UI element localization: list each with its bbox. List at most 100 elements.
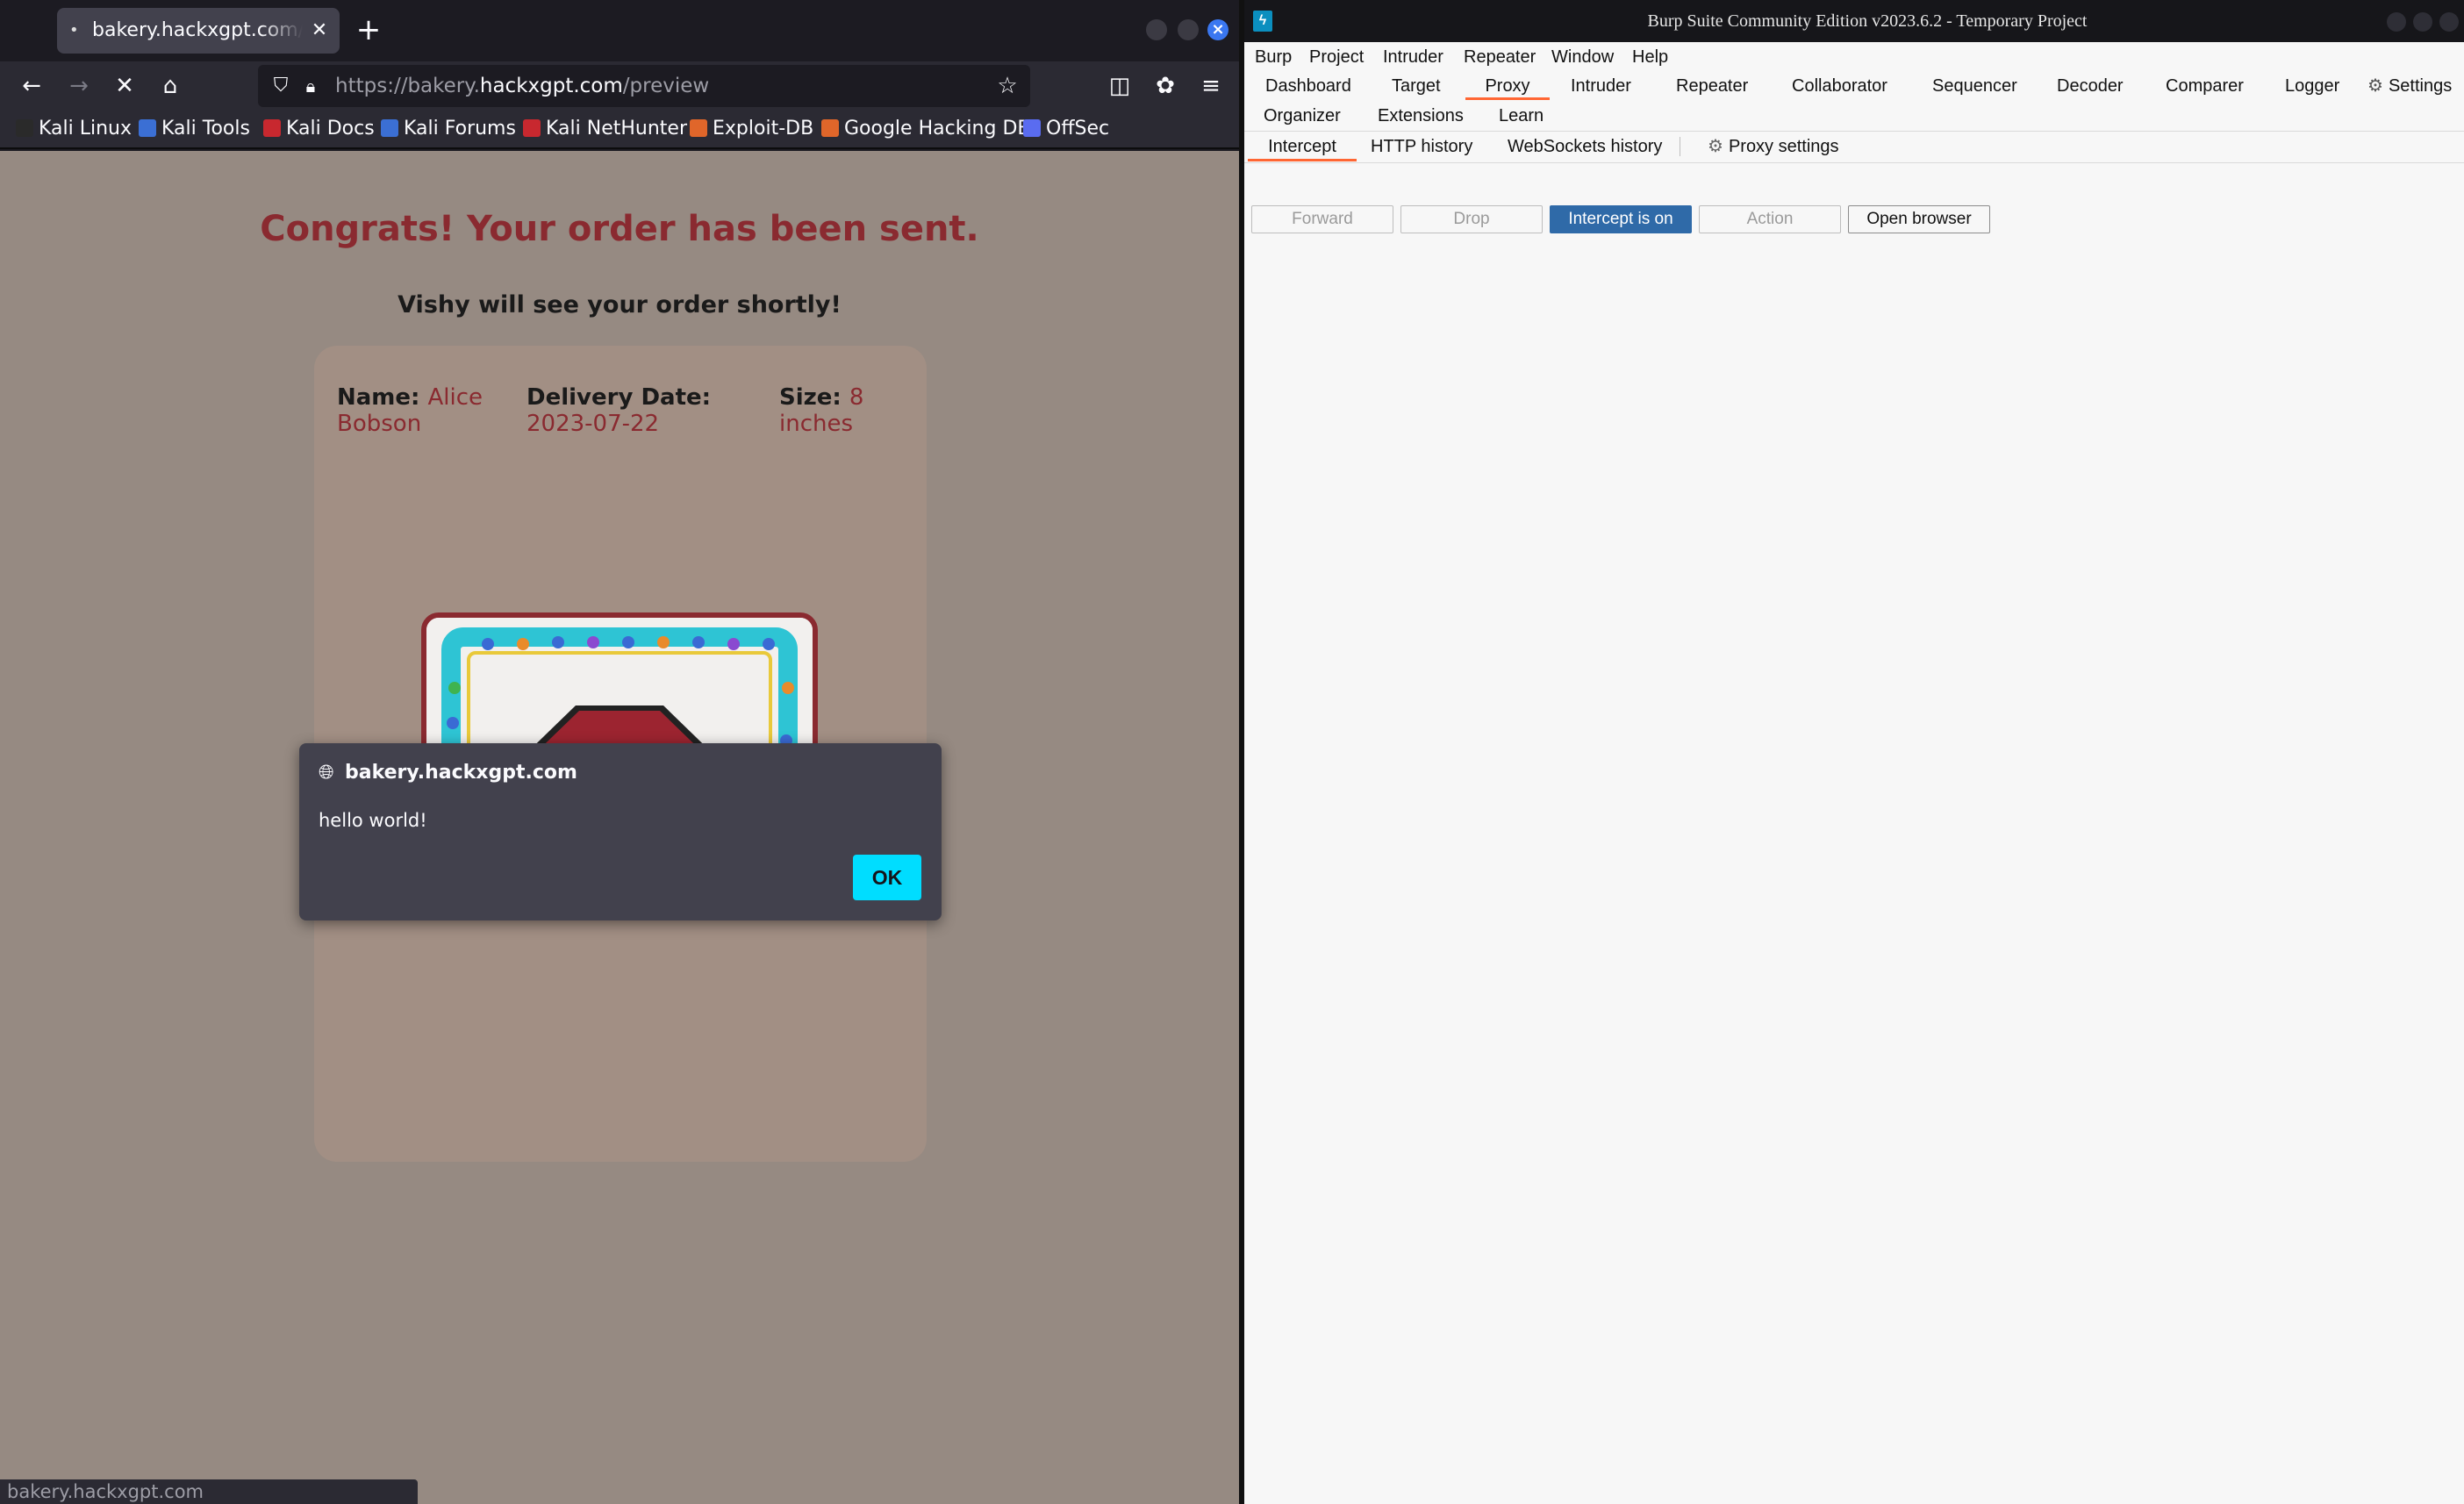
bookmark-kali-linux[interactable]: Kali Linux (16, 116, 132, 142)
maximize-button[interactable] (1178, 19, 1199, 40)
bookmark-kali-forums[interactable]: Kali Forums (381, 116, 516, 142)
drop-button[interactable]: Drop (1400, 205, 1543, 233)
tab-collaborator[interactable]: Collaborator (1792, 72, 1887, 100)
tab-organizer[interactable]: Organizer (1264, 102, 1341, 130)
alert-message: hello world! (319, 810, 427, 831)
tracking-shield-icon[interactable]: ⛉ (267, 72, 295, 100)
burp-main-tabs: Dashboard Target Proxy Intruder Repeater… (1244, 70, 2464, 132)
globe-icon: 🌐︎ (319, 762, 334, 784)
menu-project[interactable]: Project (1309, 47, 1364, 68)
burp-minimize-button[interactable] (2387, 12, 2406, 32)
url-host: hackxgpt.com (479, 75, 623, 97)
url-path: /preview (622, 75, 710, 97)
alert-origin: bakery.hackxgpt.com (345, 762, 577, 784)
page-favicon-icon: • (69, 21, 79, 39)
bookmark-kali-docs[interactable]: Kali Docs (263, 116, 375, 142)
minimize-button[interactable] (1146, 19, 1167, 40)
proxy-settings-label: Proxy settings (1728, 137, 1839, 156)
kali-forums-icon (381, 119, 398, 137)
tab-proxy[interactable]: Proxy (1465, 72, 1550, 100)
order-name: Name: Alice Bobson (337, 384, 504, 437)
url-bar[interactable]: ⛉ 🔒︎ https://bakery.hackxgpt.com/preview… (258, 65, 1030, 107)
menu-intruder[interactable]: Intruder (1383, 47, 1443, 68)
kali-nethunter-icon (523, 119, 541, 137)
bookmark-label: Google Hacking DB (844, 118, 1031, 140)
burp-window-title: Burp Suite Community Edition v2023.6.2 -… (1647, 11, 2088, 31)
burp-titlebar: ϟ Burp Suite Community Edition v2023.6.2… (1244, 0, 2464, 42)
tab-decoder[interactable]: Decoder (2057, 72, 2124, 100)
intercept-toggle-button[interactable]: Intercept is on (1550, 205, 1692, 233)
open-browser-button[interactable]: Open browser (1848, 205, 1990, 233)
firefox-window: • bakery.hackxgpt.com/preview ✕ + × ← → … (0, 0, 1239, 1504)
exploit-db-icon (690, 119, 707, 137)
date-label: Delivery Date: (526, 384, 712, 411)
pocket-icon[interactable]: ◫ (1104, 70, 1135, 102)
bookmark-google-hacking-db[interactable]: Google Hacking DB (821, 116, 1030, 142)
burp-suite-window: ϟ Burp Suite Community Edition v2023.6.2… (1244, 0, 2464, 1504)
page-subheading: Vishy will see your order shortly! (398, 291, 842, 319)
navigation-toolbar: ← → ✕ ⌂ ⛉ 🔒︎ https://bakery.hackxgpt.com… (0, 61, 1239, 111)
bookmark-kali-tools[interactable]: Kali Tools (139, 116, 250, 142)
home-icon[interactable]: ⌂ (154, 70, 186, 102)
order-size: Size: 8 inches (779, 384, 893, 437)
forward-button[interactable]: Forward (1251, 205, 1393, 233)
tab-learn[interactable]: Learn (1499, 102, 1544, 130)
bookmark-offsec[interactable]: OffSec (1023, 116, 1109, 142)
forward-arrow-icon[interactable]: → (63, 70, 95, 102)
extensions-icon[interactable]: ✿ (1150, 70, 1181, 102)
subtab-intercept[interactable]: Intercept (1248, 132, 1357, 161)
bookmark-exploit-db[interactable]: Exploit-DB (690, 116, 813, 142)
tab-settings[interactable]: ⚙ Settings (2367, 72, 2452, 100)
tab-close-icon[interactable]: ✕ (308, 19, 331, 42)
stop-loading-icon[interactable]: ✕ (109, 70, 140, 102)
bookmark-label: Kali NetHunter (546, 118, 687, 140)
kali-linux-icon (16, 119, 33, 137)
close-window-button[interactable]: × (1207, 19, 1228, 40)
tab-logger[interactable]: Logger (2285, 72, 2339, 100)
offsec-icon (1023, 119, 1041, 137)
back-arrow-icon[interactable]: ← (16, 70, 47, 102)
burp-maximize-button[interactable] (2413, 12, 2432, 32)
url-text[interactable]: https://bakery.hackxgpt.com/preview (335, 74, 709, 98)
menu-window[interactable]: Window (1551, 47, 1614, 68)
burp-menubar: Burp Project Intruder Repeater Window He… (1244, 42, 2464, 70)
browser-tab[interactable]: • bakery.hackxgpt.com/preview ✕ (57, 8, 340, 54)
google-hacking-db-icon (821, 119, 839, 137)
subtab-proxy-settings[interactable]: ⚙ Proxy settings (1708, 132, 1839, 161)
bookmarks-toolbar: Kali Linux Kali Tools Kali Docs Kali For… (0, 111, 1239, 149)
tab-repeater[interactable]: Repeater (1676, 72, 1748, 100)
order-delivery-date: Delivery Date: 2023-07-22 (526, 384, 737, 437)
alert-ok-button[interactable]: OK (853, 855, 921, 900)
tab-sequencer[interactable]: Sequencer (1932, 72, 2017, 100)
tab-extensions[interactable]: Extensions (1378, 102, 1464, 130)
bookmark-label: Kali Forums (404, 118, 516, 140)
lock-icon[interactable]: 🔒︎ (297, 72, 325, 100)
action-button[interactable]: Action (1699, 205, 1841, 233)
menu-burp[interactable]: Burp (1255, 47, 1292, 68)
bookmark-kali-nethunter[interactable]: Kali NetHunter (523, 116, 687, 142)
burp-close-button[interactable] (2439, 12, 2459, 32)
intercept-panel: Forward Drop Intercept is on Action Open… (1244, 164, 2464, 1504)
settings-gear-icon: ⚙ (2367, 76, 2383, 96)
date-value: 2023-07-22 (526, 411, 660, 437)
tab-comparer[interactable]: Comparer (2166, 72, 2244, 100)
tab-dashboard[interactable]: Dashboard (1265, 72, 1351, 100)
status-bar-url: bakery.hackxgpt.com (0, 1479, 418, 1504)
page-heading: Congrats! Your order has been sent. (260, 209, 979, 249)
tab-title: bakery.hackxgpt.com/preview (92, 19, 303, 41)
menu-help[interactable]: Help (1632, 47, 1668, 68)
tab-intruder[interactable]: Intruder (1571, 72, 1631, 100)
menu-hamburger-icon[interactable]: ≡ (1195, 70, 1227, 102)
tab-strip: • bakery.hackxgpt.com/preview ✕ + × (0, 0, 1239, 61)
bookmark-star-icon[interactable]: ☆ (993, 72, 1021, 100)
bookmark-label: Kali Linux (39, 118, 133, 140)
new-tab-button[interactable]: + (351, 12, 386, 47)
name-label: Name: (337, 384, 420, 411)
subtab-websockets-history[interactable]: WebSockets history (1508, 132, 1662, 161)
menu-repeater[interactable]: Repeater (1464, 47, 1536, 68)
kali-tools-icon (139, 119, 156, 137)
kali-docs-icon (263, 119, 281, 137)
proxy-subtabs: Intercept HTTP history WebSockets histor… (1244, 132, 2464, 163)
tab-target[interactable]: Target (1392, 72, 1441, 100)
subtab-http-history[interactable]: HTTP history (1371, 132, 1472, 161)
